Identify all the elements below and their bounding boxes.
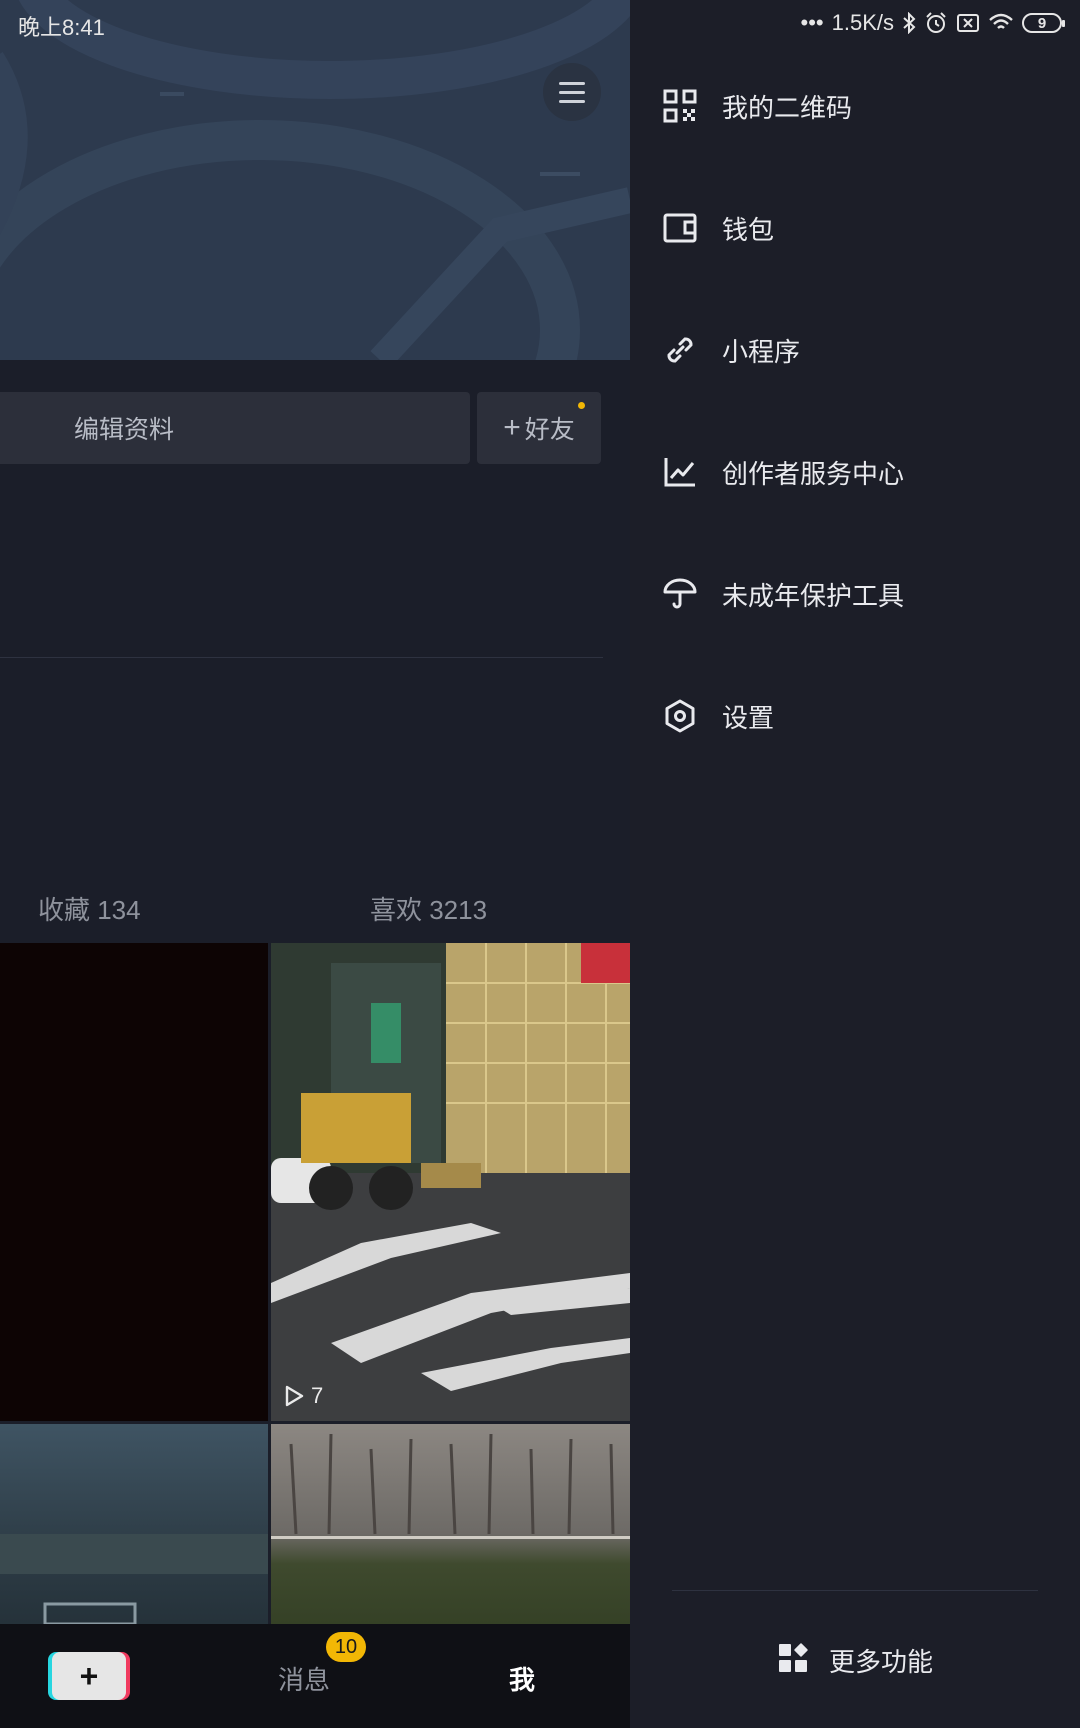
signal-dots-icon: ••• [800,10,824,35]
street-scene-image [271,943,630,1421]
drawer-item-label: 未成年保护工具 [722,580,905,611]
play-count-value: 7 [311,1383,324,1408]
drawer-item-wallet[interactable]: 钱包 [630,188,1080,268]
sim-none-icon [957,14,979,32]
divider [0,657,603,658]
add-friend-label: 好友 [524,416,575,444]
bottom-navigation: + 消息 10 我 [0,1624,630,1728]
more-features-label: 更多功能 [828,1646,933,1677]
link-icon [660,330,700,370]
add-friend-button[interactable]: + 好友 [477,392,601,464]
drawer-item-minor-protection[interactable]: 未成年保护工具 [630,554,1080,634]
create-video-button[interactable]: + [52,1652,126,1700]
play-count: 7 [283,1383,323,1409]
trees-image [271,1433,630,1539]
drawer-item-label: 设置 [722,702,775,733]
drawer-item-label: 创作者服务中心 [722,458,905,489]
video-thumbnail[interactable]: 7 [271,943,630,1421]
drawer-item-label: 钱包 [722,214,775,245]
battery-icon: 9 [1022,13,1065,33]
edit-profile-label: 编辑资料 [74,416,175,444]
play-icon [285,1385,304,1407]
alarm-icon [926,12,946,33]
settings-hexagon-icon [660,696,700,736]
status-bar-right: ••• 1.5K/s 9 [800,10,1065,36]
nav-me[interactable]: 我 [509,1660,535,1697]
tab-favorites[interactable]: 收藏 134 [38,890,141,927]
divider [672,1590,1038,1591]
drawer-item-qr-code[interactable]: 我的二维码 [630,66,1080,146]
edit-profile-button[interactable]: 编辑资料 [0,392,470,464]
drawer-item-label: 我的二维码 [722,92,853,123]
plus-icon: + [79,1657,99,1694]
profile-page: 晚上8:41 编辑资料 + 好友 收藏 134 喜欢 3213 7 + 消息 1… [0,0,630,1728]
video-thumbnail[interactable] [0,943,268,1421]
messages-badge: 10 [326,1632,366,1662]
video-thumbnail[interactable] [0,1424,268,1624]
qr-code-icon [660,86,700,126]
hamburger-icon [559,79,585,106]
menu-button[interactable] [543,63,601,121]
profile-cover-image: 晚上8:41 [0,0,630,360]
bluetooth-icon [903,12,916,34]
wallet-icon [660,208,700,248]
notification-dot [578,402,585,409]
status-time: 晚上8:41 [18,15,105,40]
more-features-button[interactable]: 更多功能 [630,1620,1080,1700]
drawer-item-mini-programs[interactable]: 小程序 [630,310,1080,390]
landscape-image [0,1534,268,1624]
battery-level: 9 [1037,14,1047,32]
plus-icon: + [503,411,521,444]
drawer-item-settings[interactable]: 设置 [630,676,1080,756]
wifi-icon [989,13,1013,29]
nav-messages[interactable]: 消息 [278,1660,330,1697]
net-speed: 1.5K/s [831,10,894,35]
drawer-item-creator-center[interactable]: 创作者服务中心 [630,432,1080,512]
grid-apps-icon [777,1642,809,1679]
tab-likes[interactable]: 喜欢 3213 [370,890,487,927]
drawer-item-label: 小程序 [722,336,801,367]
video-thumbnail[interactable] [271,1424,630,1624]
chart-icon [660,452,700,492]
side-drawer: ••• 1.5K/s 9 我的二维码 钱包 小程序 创作者服务中心 未成年保护工… [630,0,1080,1728]
umbrella-icon [660,574,700,614]
